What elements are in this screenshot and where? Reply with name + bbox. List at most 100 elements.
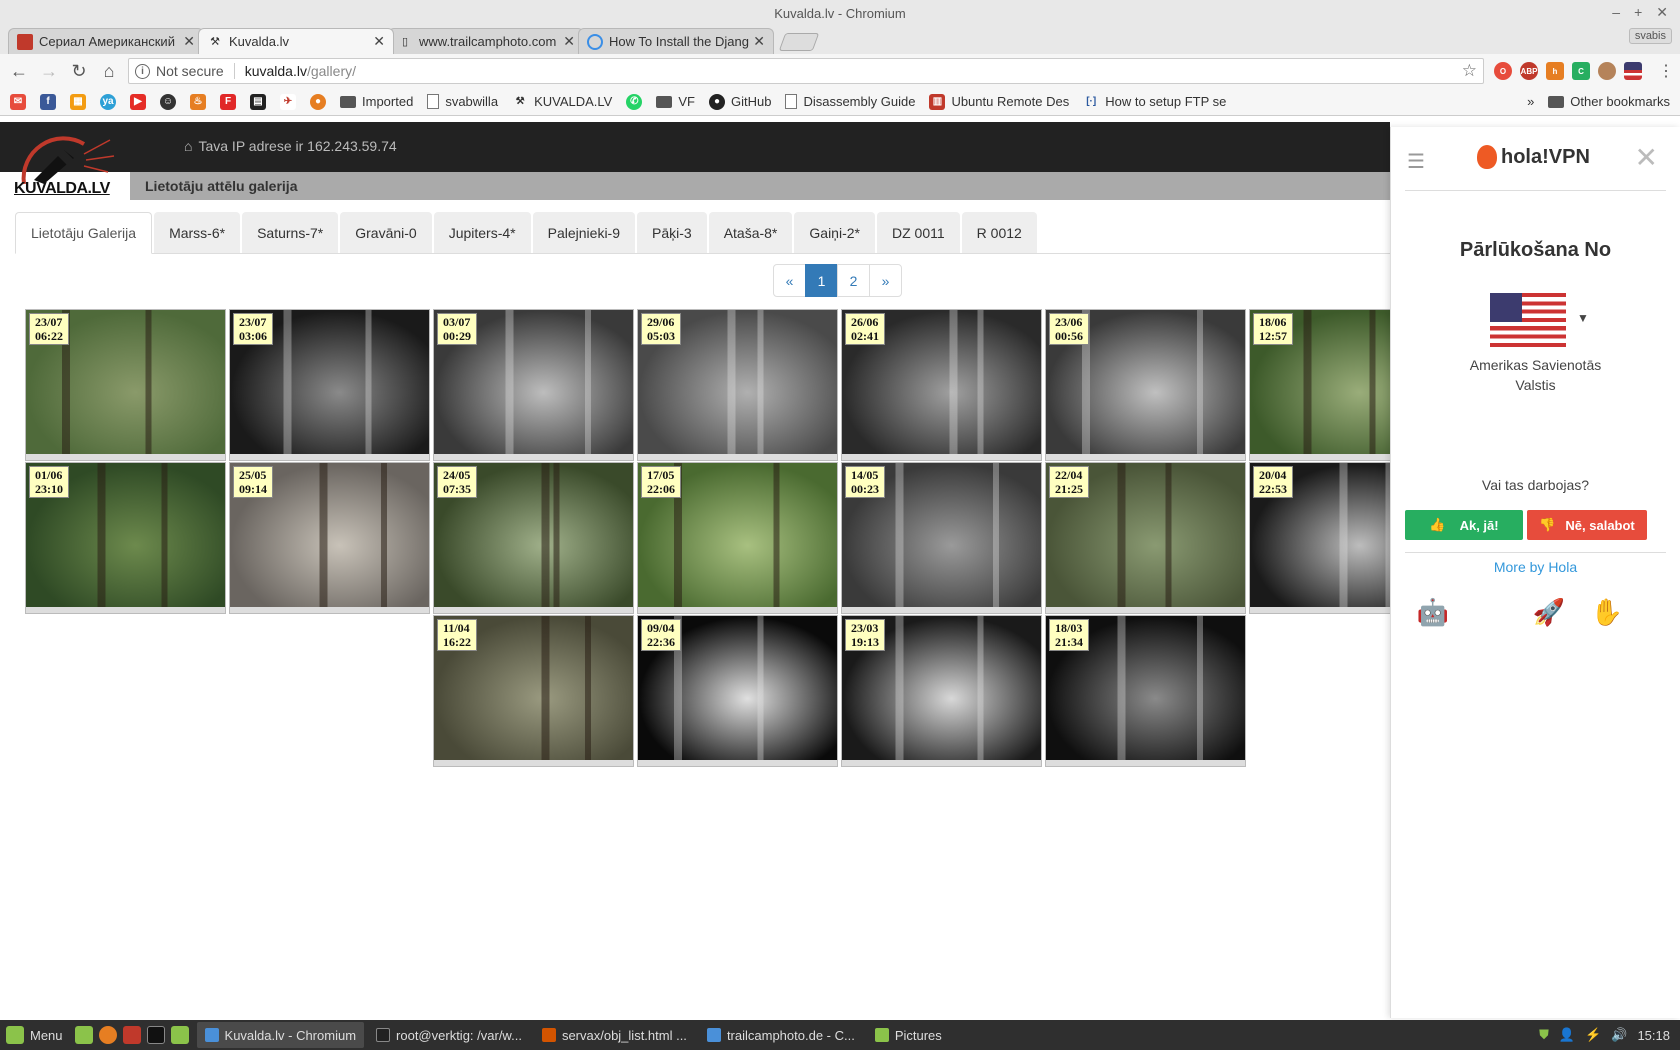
tab-marss[interactable]: Marss-6* — [154, 212, 241, 253]
hamburger-menu-icon[interactable]: ☰ — [1407, 149, 1425, 174]
reload-icon[interactable]: ↻ — [66, 58, 92, 84]
bookmark-whatsapp[interactable]: ✆ — [626, 93, 643, 110]
bookmarks-overflow-button[interactable]: » — [1527, 94, 1534, 109]
show-desktop-icon[interactable] — [74, 1026, 93, 1044]
tab-palejnieki[interactable]: Palejnieki-9 — [532, 212, 635, 253]
tab-paki[interactable]: Pāķi-3 — [637, 212, 707, 253]
pagination-page-1[interactable]: 1 — [805, 264, 838, 297]
opera-ext-icon[interactable]: O — [1494, 62, 1512, 80]
info-icon[interactable]: i — [135, 63, 150, 79]
gallery-photo[interactable]: 23/07 06:22 — [25, 309, 226, 461]
bookmark-svabwilla[interactable]: svabwilla — [427, 94, 498, 109]
minimize-icon[interactable]: – — [1612, 4, 1620, 21]
gallery-photo[interactable]: 09/04 22:36 — [637, 615, 838, 767]
terminal-icon[interactable] — [146, 1026, 165, 1044]
gallery-photo[interactable]: 18/06 12:57 — [1249, 309, 1390, 461]
bookmark-ball[interactable]: ● — [310, 93, 326, 110]
tab-dz-0011[interactable]: DZ 0011 — [876, 212, 960, 253]
browser-tab[interactable]: How To Install the Djang ✕ — [578, 28, 774, 54]
bookmark-youtube[interactable]: ▶ — [130, 93, 146, 110]
filezilla-icon[interactable] — [122, 1026, 141, 1044]
tab-lietotaju-galerija[interactable]: Lietotāju Galerija — [15, 212, 153, 254]
gallery-photo[interactable]: 26/06 02:41 — [841, 309, 1042, 461]
pagination-page-2[interactable]: 2 — [837, 264, 870, 297]
volume-icon[interactable]: 🔊 — [1611, 1027, 1627, 1043]
bookmark-flame[interactable]: ♨ — [190, 93, 206, 110]
pagination-prev[interactable]: « — [773, 264, 806, 297]
close-tab-icon[interactable]: ✕ — [183, 33, 195, 50]
bookmark-flipboard[interactable]: F — [220, 93, 236, 110]
profile-badge[interactable]: svabis — [1628, 28, 1672, 44]
gallery-photo[interactable]: 23/06 00:56 — [1045, 309, 1246, 461]
home-icon[interactable]: ⌂ — [96, 58, 122, 84]
tab-r-0012[interactable]: R 0012 — [961, 212, 1037, 253]
tab-atasa[interactable]: Ataša-8* — [708, 212, 793, 253]
close-icon[interactable]: ✕ — [1635, 141, 1658, 174]
hola-ext-icon[interactable]: h — [1546, 62, 1564, 80]
bookmark-facebook[interactable]: f — [40, 93, 56, 110]
bookmark-aircraft[interactable]: ✈ — [280, 93, 296, 110]
bookmark-shop[interactable]: ▤ — [250, 93, 266, 110]
close-tab-icon[interactable]: ✕ — [563, 33, 575, 50]
maximize-icon[interactable]: + — [1634, 4, 1642, 21]
tab-gravani[interactable]: Gravāni-0 — [340, 212, 432, 253]
tab-saturns[interactable]: Saturns-7* — [242, 212, 339, 253]
files-icon[interactable] — [170, 1026, 189, 1044]
home-icon[interactable]: ⌂ — [184, 138, 192, 154]
bookmark-ubuntu[interactable]: ▥ Ubuntu Remote Des — [929, 93, 1069, 110]
taskbar-item[interactable]: Kuvalda.lv - Chromium — [196, 1022, 365, 1048]
browser-tab[interactable]: ▯ www.trailcamphoto.com ✕ — [388, 28, 584, 54]
gallery-photo[interactable]: 25/05 09:14 — [229, 462, 430, 614]
apple-icon[interactable] — [1477, 597, 1505, 627]
forward-arrow-icon[interactable]: → — [36, 58, 62, 84]
close-tab-icon[interactable]: ✕ — [373, 33, 385, 50]
bookmark-grid[interactable]: ▦ — [70, 93, 86, 110]
user-icon[interactable]: 👤 — [1559, 1027, 1575, 1043]
bookmark-star-icon[interactable]: ☆ — [1462, 61, 1477, 81]
taskbar-item[interactable]: trailcamphoto.de - C... — [699, 1022, 863, 1048]
browser-tab[interactable]: Сериал Американский ✕ — [8, 28, 204, 54]
bookmark-disassembly[interactable]: Disassembly Guide — [785, 94, 915, 109]
yes-button[interactable]: 👍 Ak, jā! — [1405, 510, 1523, 540]
no-fix-button[interactable]: 👎 Nē, salabot — [1527, 510, 1647, 540]
gallery-photo[interactable]: 23/03 19:13 — [841, 615, 1042, 767]
bookmark-avatar[interactable]: ☺ — [160, 93, 176, 110]
taskbar-item[interactable]: Pictures — [867, 1022, 950, 1048]
gallery-photo[interactable]: 14/05 00:23 — [841, 462, 1042, 614]
site-logo[interactable]: KUVALDA.LV — [14, 136, 118, 198]
gallery-photo[interactable]: 22/04 21:25 — [1045, 462, 1246, 614]
bookmark-ya[interactable]: ya — [100, 93, 116, 110]
close-window-icon[interactable]: ✕ — [1656, 4, 1668, 21]
address-bar[interactable]: i Not secure kuvalda.lv/gallery/ ☆ — [128, 58, 1484, 84]
firefox-icon[interactable] — [98, 1026, 117, 1044]
bookmark-mail[interactable]: ✉ — [10, 93, 26, 110]
cors-ext-icon[interactable]: C — [1572, 62, 1590, 80]
gallery-photo[interactable]: 18/03 21:34 — [1045, 615, 1246, 767]
bookmark-kuvalda[interactable]: ⚒ KUVALDA.LV — [512, 94, 613, 110]
shield-icon[interactable]: ⛊ — [1539, 1027, 1549, 1043]
tab-jupiters[interactable]: Jupiters-4* — [433, 212, 531, 253]
start-menu-button[interactable]: Menu — [0, 1026, 75, 1044]
new-tab-button[interactable] — [778, 33, 820, 51]
bookmark-vf[interactable]: VF — [656, 94, 695, 109]
gallery-photo[interactable]: 29/06 05:03 — [637, 309, 838, 461]
bookmark-github[interactable]: ● GitHub — [708, 93, 771, 110]
rocket-icon[interactable]: 🚀 — [1533, 597, 1565, 627]
gallery-photo[interactable]: 17/05 22:06 — [637, 462, 838, 614]
more-by-hola-link[interactable]: More by Hola — [1405, 552, 1666, 575]
gallery-photo[interactable]: 11/04 16:22 — [433, 615, 634, 767]
taskbar-item[interactable]: servax/obj_list.html ... — [534, 1022, 695, 1048]
bookmark-imported[interactable]: Imported — [340, 94, 413, 109]
gallery-photo[interactable]: 23/07 03:06 — [229, 309, 430, 461]
tab-gaini[interactable]: Gaiņi-2* — [794, 212, 875, 253]
chevron-down-icon[interactable]: ▼ — [1577, 311, 1589, 325]
cookie-ext-icon[interactable] — [1598, 62, 1616, 80]
back-arrow-icon[interactable]: ← — [6, 58, 32, 84]
gallery-photo[interactable]: 24/05 07:35 — [433, 462, 634, 614]
pagination-next[interactable]: » — [869, 264, 902, 297]
close-tab-icon[interactable]: ✕ — [753, 33, 765, 50]
network-icon[interactable]: ⚡ — [1585, 1027, 1601, 1043]
taskbar-item[interactable]: root@verktig: /var/w... — [368, 1022, 530, 1048]
adblock-ext-icon[interactable]: ABP — [1520, 62, 1538, 80]
browser-tab-active[interactable]: ⚒ Kuvalda.lv ✕ — [198, 28, 394, 54]
